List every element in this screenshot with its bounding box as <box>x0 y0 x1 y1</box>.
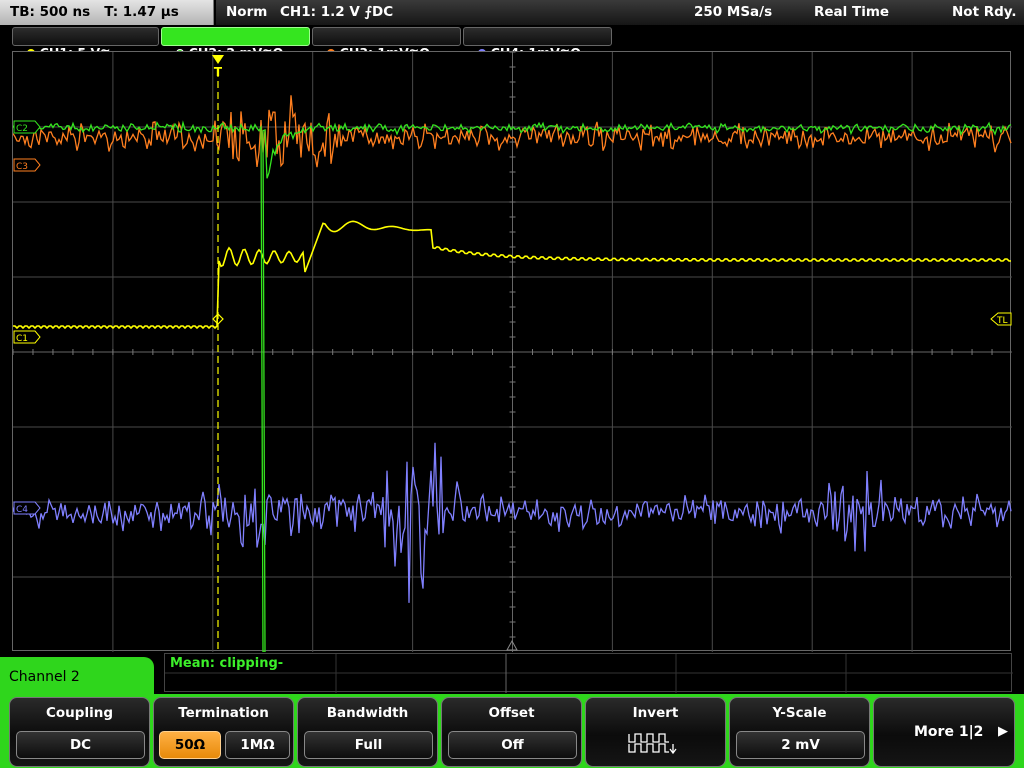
trigger-mode: Norm <box>226 4 268 20</box>
termination-1mohm-button[interactable]: 1MΩ <box>225 731 290 759</box>
more-softkey[interactable]: More 1|2 ▶ <box>873 697 1015 767</box>
ch1-ground-marker[interactable]: C1 <box>13 330 41 344</box>
waveform-display[interactable]: T C3 C2 C1 C4 TL <box>12 51 1012 652</box>
sample-rate: 250 MSa/s <box>694 4 773 20</box>
trigger-time-label: T <box>214 65 223 79</box>
ch3-ground-marker[interactable]: C3 <box>13 158 41 172</box>
invert-title: Invert <box>632 705 679 721</box>
ch1-marker-label: C1 <box>16 334 28 344</box>
bandwidth-softkey[interactable]: Bandwidth Full <box>297 697 438 767</box>
ch4-marker-label: C4 <box>16 505 28 515</box>
ch4-ground-marker[interactable]: C4 <box>13 501 41 515</box>
ch2-ground-marker[interactable]: C2 <box>13 120 41 134</box>
coupling-softkey[interactable]: Coupling DC <box>9 697 150 767</box>
termination-softkey[interactable]: Termination 50Ω 1MΩ <box>153 697 294 767</box>
more-label: More 1|2 <box>914 724 984 740</box>
coupling-value-button[interactable]: DC <box>16 731 145 759</box>
invert-waveform-icon <box>628 733 677 755</box>
timebase-readout[interactable]: TB: 500 ns T: 1.47 µs <box>0 0 214 25</box>
termination-50ohm-button[interactable]: 50Ω <box>159 731 221 759</box>
coupling-title: Coupling <box>46 705 113 721</box>
play-arrow-icon: ▶ <box>998 724 1008 739</box>
waveform-canvas: T C3 C2 C1 C4 TL <box>13 52 1012 652</box>
yscale-title: Y-Scale <box>772 705 827 721</box>
ch3-marker-label: C3 <box>16 162 28 172</box>
bandwidth-value-button[interactable]: Full <box>304 731 433 759</box>
tab-ch3[interactable]: CH3: 1mV≅Ω <box>312 27 461 60</box>
trigger-time-marker[interactable]: T <box>212 55 224 79</box>
trigger-level-marker[interactable]: TL <box>990 312 1012 326</box>
tab-ch2[interactable]: CH2: 2 mV≅Ω <box>161 27 310 60</box>
tab-ch1[interactable]: CH1: 5 V≅ <box>12 27 159 60</box>
yscale-value-button[interactable]: 2 mV <box>736 731 865 759</box>
trigger-source: CH1: 1.2 V ⨍DC <box>280 4 394 20</box>
yscale-softkey[interactable]: Y-Scale 2 mV <box>729 697 870 767</box>
invert-softkey[interactable]: Invert <box>585 697 726 767</box>
measurement-grid <box>165 654 1013 693</box>
tab-ch4[interactable]: CH4: 1mV≅Ω <box>463 27 612 60</box>
measurement-readout: Mean: clipping- <box>170 656 284 671</box>
termination-title: Termination <box>178 705 269 721</box>
trigger-arrow-icon <box>212 55 224 64</box>
acquisition-state: Not Rdy. <box>952 4 1017 20</box>
status-bar: TB: 500 ns T: 1.47 µs Norm CH1: 1.2 V ⨍D… <box>0 0 1024 25</box>
offset-value-button[interactable]: Off <box>448 731 577 759</box>
trigger-info-bar[interactable]: Norm CH1: 1.2 V ⨍DC 250 MSa/s Real Time … <box>216 0 1024 25</box>
trigger-level-label: TL <box>996 316 1008 326</box>
offset-title: Offset <box>488 705 535 721</box>
offset-softkey[interactable]: Offset Off <box>441 697 582 767</box>
bandwidth-title: Bandwidth <box>326 705 409 721</box>
acquisition-mode: Real Time <box>814 4 890 20</box>
measurement-panel[interactable]: Mean: clipping- <box>164 653 1013 693</box>
menu-title: Channel 2 <box>0 657 154 697</box>
ch2-marker-label: C2 <box>16 124 28 134</box>
